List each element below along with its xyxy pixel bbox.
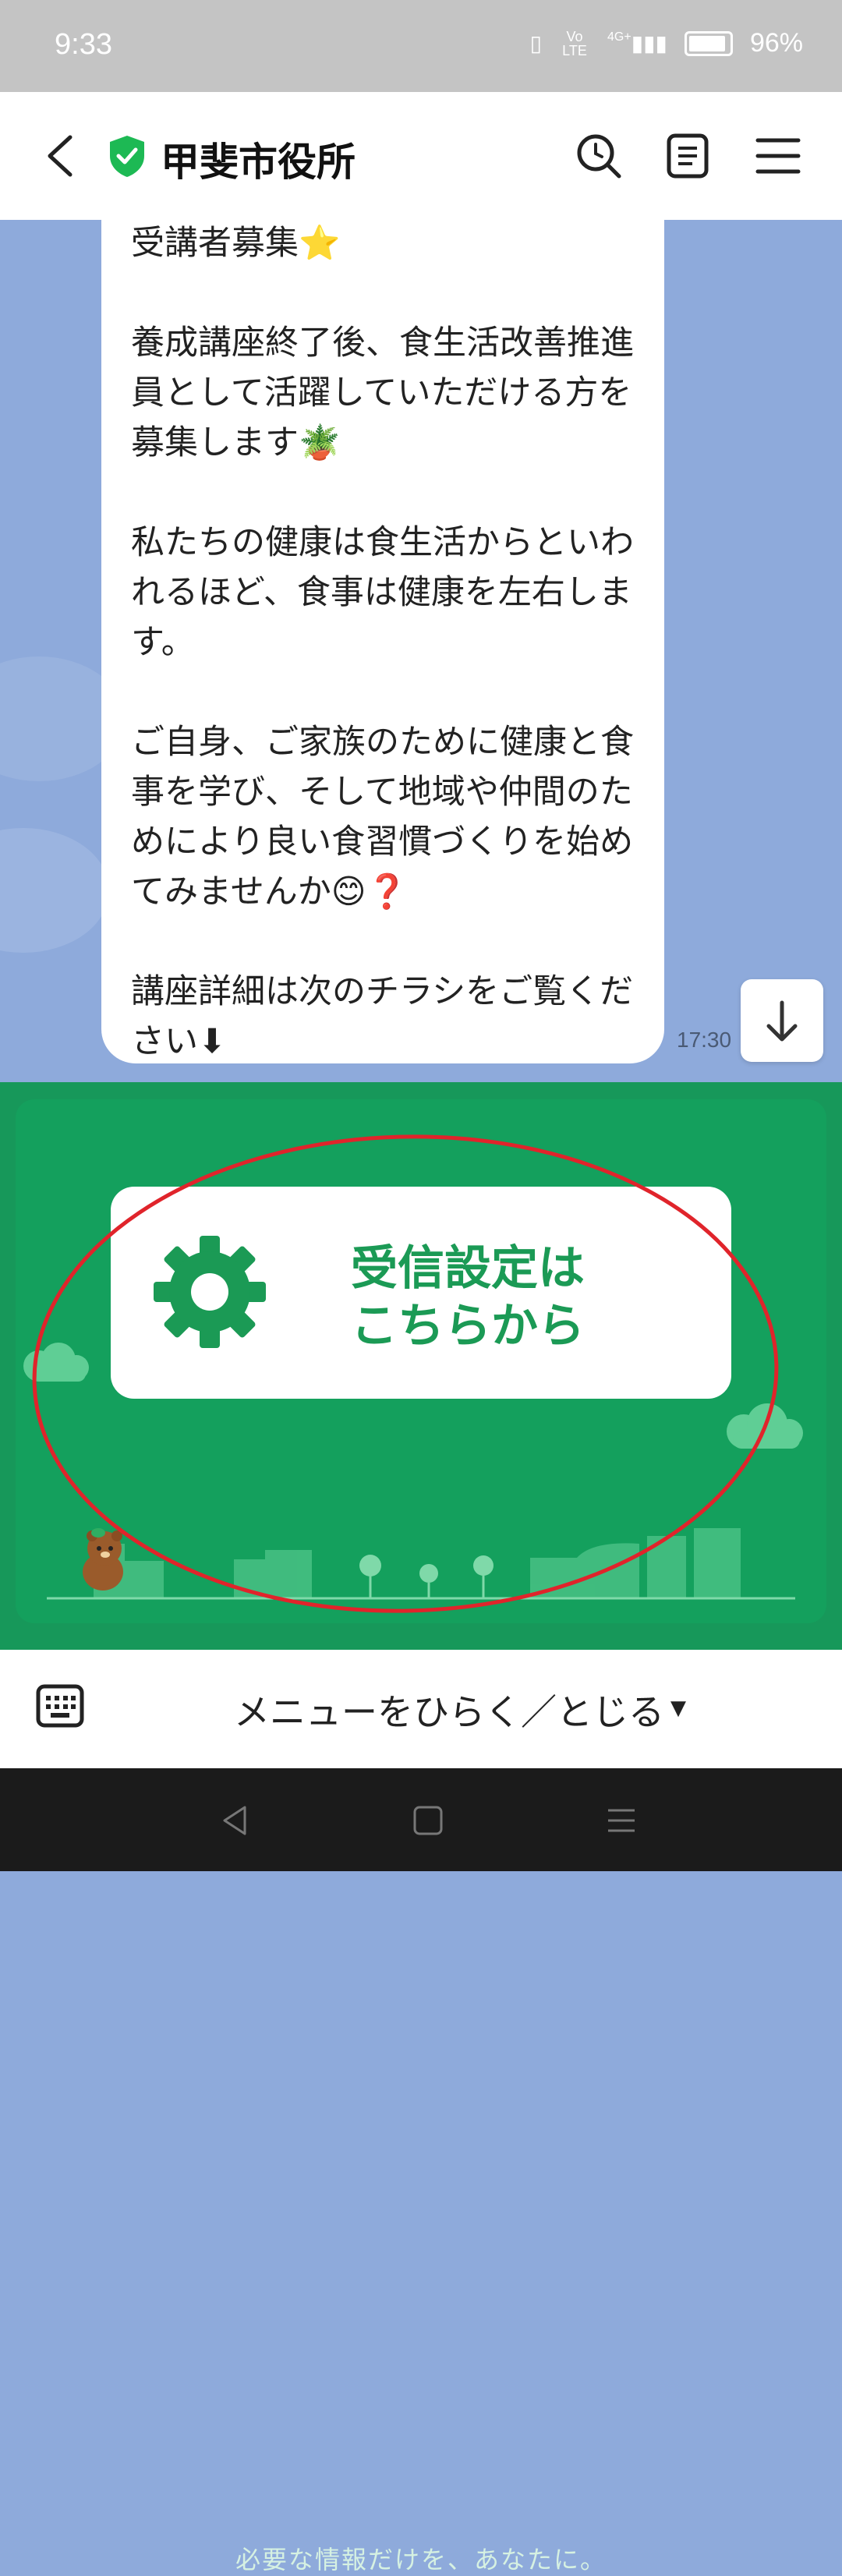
vibrate-icon: ▯ (529, 31, 543, 55)
arrow-down-icon (766, 1000, 798, 1042)
keyboard-icon[interactable] (36, 1684, 84, 1728)
verified-shield-icon (110, 136, 144, 177)
notes-icon[interactable] (663, 131, 713, 181)
hamburger-menu-icon[interactable] (753, 131, 803, 181)
annotation-oval (32, 1134, 779, 1613)
rich-menu-tagline: 必要な情報だけを、あなたに。 (235, 2545, 607, 2574)
signal-icon: 4G+▮▮▮ (607, 30, 667, 55)
scroll-to-bottom-button[interactable] (741, 979, 823, 1062)
chat-title: 甲斐市役所 (161, 140, 356, 185)
status-time: 9:33 (55, 28, 112, 61)
message-text: 受講者募集⭐ 養成講座終了後、食生活改善推進員として活躍していただける方を募集し… (131, 224, 634, 1061)
nav-back-icon[interactable] (215, 1801, 254, 1840)
menu-toggle-button[interactable]: メニューをひらく／とじる (234, 1684, 664, 1736)
battery-percent: 96% (749, 28, 803, 58)
caret-down-icon: ▼ (670, 1697, 686, 1720)
nav-home-icon[interactable] (409, 1801, 448, 1840)
nav-recents-icon[interactable] (602, 1801, 641, 1840)
search-icon[interactable] (574, 131, 624, 181)
battery-icon (684, 30, 733, 56)
status-icons: ▯ Vo LTE 4G+▮▮▮ 96% (530, 28, 803, 58)
message-timestamp: 17:30 (677, 1028, 732, 1052)
volte-icon: Vo LTE (562, 28, 587, 58)
background-cloud (0, 828, 109, 953)
back-icon[interactable] (41, 133, 84, 179)
